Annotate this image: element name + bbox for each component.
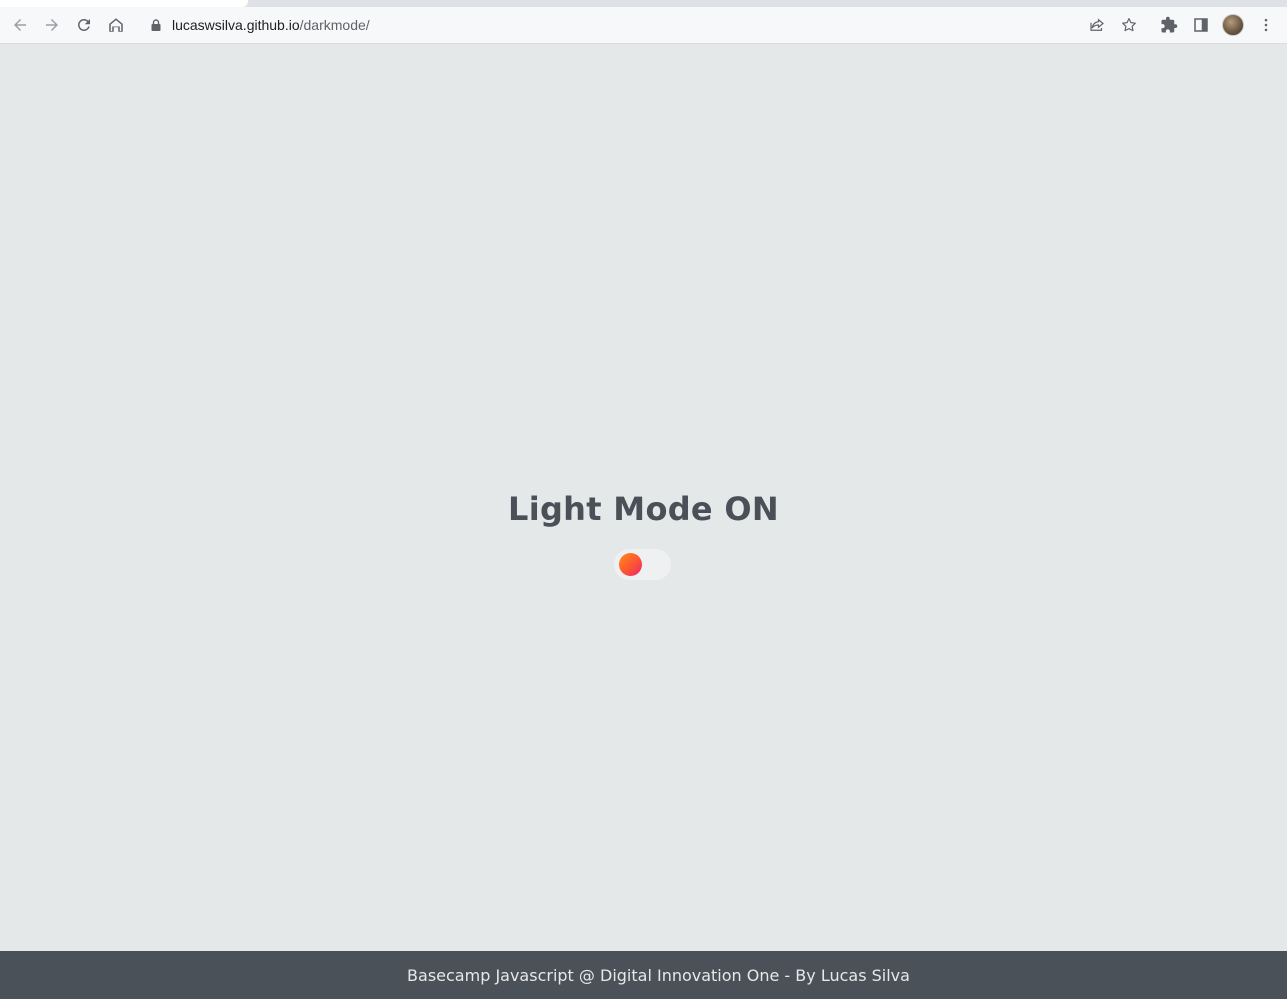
page-content: Light Mode ON xyxy=(0,44,1287,951)
forward-button[interactable] xyxy=(38,11,66,39)
side-panel-icon xyxy=(1194,18,1208,32)
profile-avatar[interactable] xyxy=(1222,14,1244,36)
active-tab[interactable] xyxy=(0,0,248,7)
address-bar[interactable]: lucaswsilva.github.io/darkmode/ xyxy=(138,10,1078,40)
share-button[interactable] xyxy=(1083,11,1111,39)
page-footer: Basecamp Javascript @ Digital Innovation… xyxy=(0,951,1287,999)
home-icon xyxy=(109,18,123,32)
back-button[interactable] xyxy=(6,11,34,39)
star-icon xyxy=(1122,18,1136,32)
browser-toolbar: lucaswsilva.github.io/darkmode/ xyxy=(0,7,1287,44)
toggle-knob[interactable] xyxy=(619,553,642,576)
reload-icon xyxy=(77,18,90,31)
extensions-button[interactable] xyxy=(1155,11,1183,39)
url-path: /darkmode/ xyxy=(299,17,370,33)
dark-mode-toggle[interactable] xyxy=(614,549,671,580)
bookmark-button[interactable] xyxy=(1115,11,1143,39)
url-text: lucaswsilva.github.io/darkmode/ xyxy=(172,17,370,33)
tab-strip xyxy=(0,0,1287,7)
extensions-icon xyxy=(1161,16,1178,33)
back-arrow-icon xyxy=(14,19,26,31)
forward-arrow-icon xyxy=(46,19,58,31)
url-host: lucaswsilva.github.io xyxy=(172,17,300,33)
home-button[interactable] xyxy=(102,11,130,39)
footer-text: Basecamp Javascript @ Digital Innovation… xyxy=(407,965,910,985)
menu-button[interactable] xyxy=(1252,11,1280,39)
kebab-menu-icon xyxy=(1264,18,1268,32)
page-title: Light Mode ON xyxy=(508,490,779,528)
share-icon xyxy=(1090,18,1104,31)
reload-button[interactable] xyxy=(70,11,98,39)
lock-icon xyxy=(150,18,162,32)
side-panel-button[interactable] xyxy=(1187,11,1215,39)
